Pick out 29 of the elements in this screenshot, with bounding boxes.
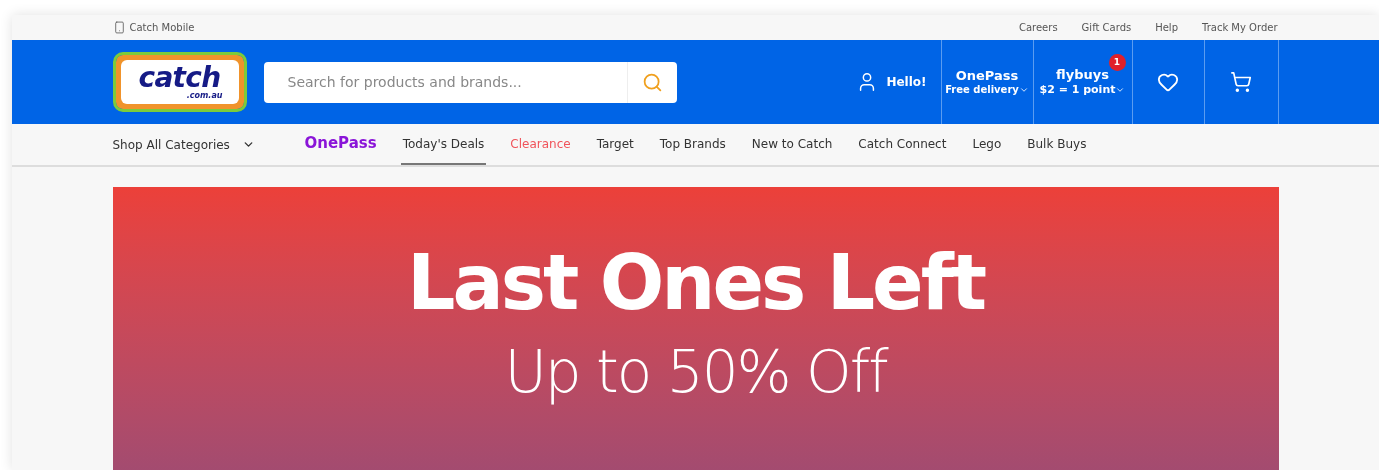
flybuys-menu[interactable]: flybuys $2 = 1 point 1 bbox=[1033, 40, 1133, 124]
top-link[interactable]: Help bbox=[1155, 20, 1178, 35]
logo-domain: .com.au bbox=[186, 92, 223, 100]
catch-mobile-link[interactable]: Catch Mobile bbox=[112, 20, 195, 35]
search-button[interactable] bbox=[626, 61, 677, 103]
promo-banner[interactable]: Last Ones Left Up to 50% Off bbox=[112, 187, 1279, 470]
logo-wordmark: catch bbox=[138, 64, 221, 92]
phone-icon bbox=[112, 21, 126, 34]
heart-icon bbox=[1157, 71, 1179, 93]
nav-link[interactable]: New to Catch bbox=[749, 124, 835, 165]
nav-link[interactable]: Lego bbox=[970, 124, 1004, 165]
nav-link[interactable]: Target bbox=[594, 124, 636, 165]
nav-link[interactable]: OnePass bbox=[302, 124, 379, 165]
top-link[interactable]: Careers bbox=[1018, 20, 1058, 35]
banner-title: Last Ones Left bbox=[406, 245, 985, 321]
points-badge: 1 bbox=[1108, 54, 1126, 71]
search-field[interactable]: Search for products and brands... bbox=[263, 61, 627, 103]
onepass-menu[interactable]: OnePass Free delivery bbox=[940, 40, 1034, 124]
top-link[interactable]: Track My Order bbox=[1202, 20, 1278, 35]
nav-link[interactable]: Today's Deals bbox=[400, 124, 487, 165]
search-icon bbox=[641, 71, 663, 93]
top-link[interactable]: Gift Cards bbox=[1081, 20, 1132, 35]
account-button[interactable]: Hello! bbox=[856, 71, 941, 93]
nav-link[interactable]: Top Brands bbox=[657, 124, 728, 165]
nav-link[interactable]: Bulk Buys bbox=[1025, 124, 1089, 165]
nav-link[interactable]: Catch Connect bbox=[856, 124, 949, 165]
cart-icon bbox=[1230, 71, 1252, 93]
categories-menu[interactable]: Shop All Categories bbox=[112, 135, 303, 154]
catch-logo[interactable]: catch .com.au bbox=[112, 52, 247, 112]
